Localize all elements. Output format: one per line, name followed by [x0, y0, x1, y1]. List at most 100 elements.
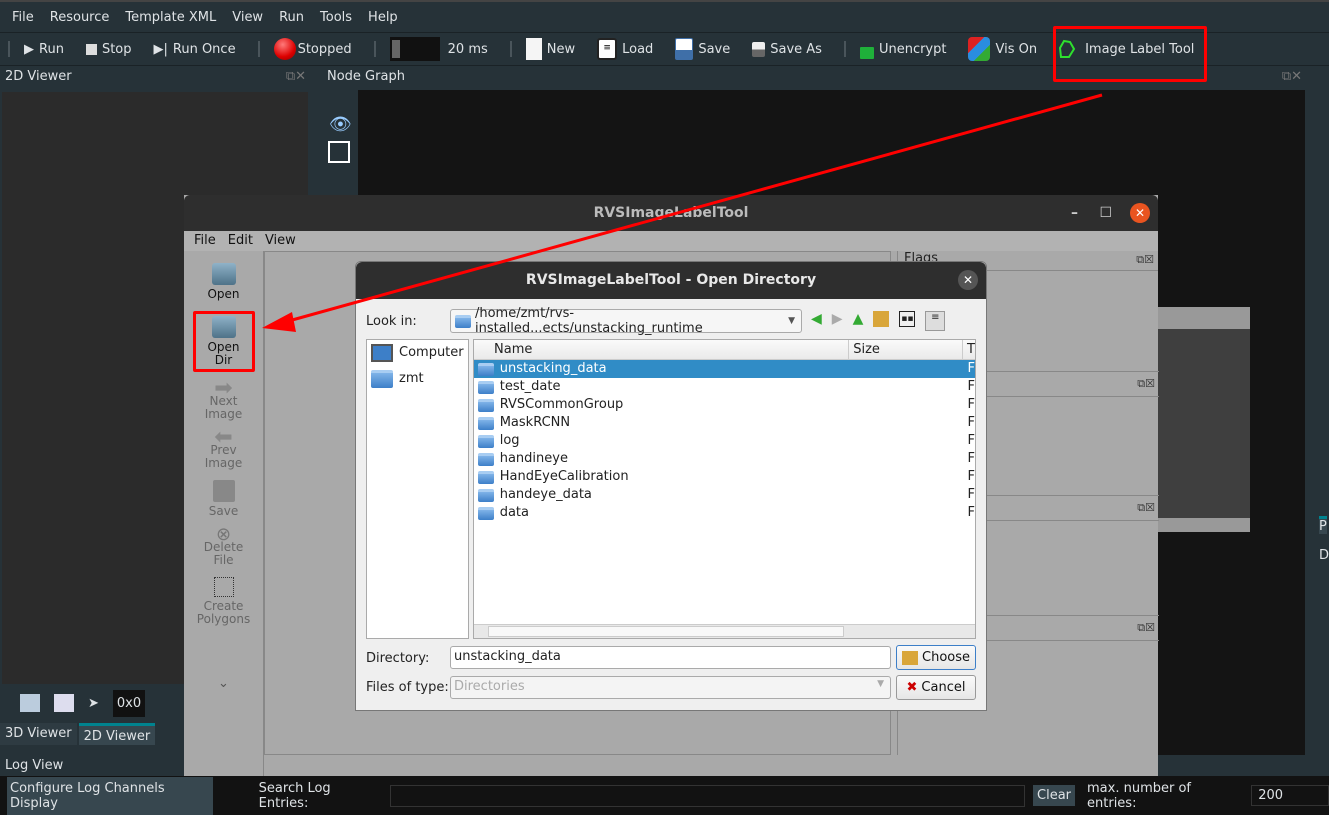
file-row[interactable]: data F [474, 504, 975, 522]
menu-run[interactable]: Run [271, 10, 312, 25]
clear-button[interactable]: Clear [1033, 785, 1076, 806]
floppy-icon [752, 41, 766, 57]
up-icon[interactable]: ▲ [853, 311, 864, 331]
column-name[interactable]: Name [474, 340, 848, 359]
menu-file[interactable]: File [4, 10, 42, 25]
max-entries-input[interactable]: 200 [1251, 785, 1329, 806]
save-button[interactable]: Save [209, 480, 238, 518]
float-close-icons[interactable]: ⧉☒ [1137, 377, 1155, 391]
float-close-icons[interactable]: ⧉✕ [286, 66, 306, 88]
place-zmt[interactable]: zmt [367, 366, 468, 392]
dialog-close-button[interactable]: ✕ [958, 270, 978, 290]
red-dot-icon [273, 38, 296, 60]
file-row[interactable]: handineye F [474, 450, 975, 468]
windows-icon[interactable] [20, 694, 40, 712]
polygon-icon [1059, 39, 1076, 58]
tab-2d-viewer[interactable]: 2D Viewer [78, 723, 156, 745]
dialog-titlebar: RVSImageLabelTool - Open Directory ✕ [356, 262, 986, 299]
create-polygons-button[interactable]: Create Polygons [194, 577, 254, 626]
run-button[interactable]: ▶ Run [24, 42, 64, 57]
more-chevron-icon[interactable]: ⌄ [218, 676, 229, 691]
menu-view[interactable]: View [265, 231, 296, 251]
label-tool-sidebar: Open Open Dir ➡ Next Image ⬅ Prev Image Sa… [184, 251, 264, 776]
new-file-icon [525, 38, 542, 60]
choose-button[interactable]: Choose [896, 645, 976, 670]
menu-help[interactable]: Help [360, 10, 406, 25]
file-row[interactable]: test_date F [474, 378, 975, 396]
coords-readout: 0x0 [112, 689, 146, 717]
folder-icon [455, 314, 471, 328]
new-button[interactable]: New [525, 38, 575, 60]
run-once-button[interactable]: ▶| Run Once [154, 42, 236, 57]
directory-input[interactable]: unstacking_data [450, 646, 891, 669]
configure-log-channels-button[interactable]: Configure Log Channels Display [7, 776, 213, 815]
float-close-icons[interactable]: ⧉☒ [1137, 501, 1155, 515]
file-row[interactable]: log F [474, 432, 975, 450]
viewer-toolbar: ➤ 0x0 [0, 688, 184, 718]
float-close-icons[interactable]: ⧉☒ [1136, 253, 1154, 267]
prev-image-button[interactable]: ⬅ Prev Image [199, 427, 249, 470]
forward-icon[interactable]: ▶ [832, 311, 843, 331]
shapes-icon [968, 37, 991, 61]
back-icon[interactable]: ◀ [811, 311, 822, 331]
scrollbar-thumb[interactable] [488, 626, 844, 637]
folder-icon [478, 416, 494, 430]
files-of-type-combo[interactable]: Directories ▼ [450, 676, 891, 699]
cascade-icon[interactable] [54, 694, 74, 712]
cancel-button[interactable]: ✖ Cancel [896, 675, 976, 700]
folder-icon [478, 506, 494, 520]
menu-view[interactable]: View [224, 10, 271, 25]
maximize-button[interactable]: ☐ [1099, 195, 1112, 231]
open-dir-button[interactable]: Open Dir [192, 311, 255, 372]
menu-file[interactable]: File [194, 231, 216, 251]
vis-toggle[interactable]: Vis On [968, 37, 1037, 61]
file-row[interactable]: HandEyeCalibration F [474, 468, 975, 486]
next-image-button[interactable]: ➡ Next Image [199, 378, 249, 421]
stop-button[interactable]: Stop [85, 42, 132, 57]
save-as-button[interactable]: Save As [752, 41, 822, 57]
horizontal-scrollbar[interactable] [474, 624, 975, 638]
file-row[interactable]: handeye_data F [474, 486, 975, 504]
list-view-icon[interactable]: ▪▪ [899, 311, 916, 327]
right-tab-p[interactable]: P [1319, 516, 1327, 534]
unencrypt-button[interactable]: Unencrypt [859, 39, 946, 59]
separator [257, 41, 260, 57]
interval-slider[interactable]: 20 ms [389, 37, 488, 61]
right-tab-d[interactable]: D [1319, 548, 1329, 563]
folder-icon [478, 434, 494, 448]
column-size[interactable]: Size [848, 340, 962, 359]
menu-tools[interactable]: Tools [312, 10, 360, 25]
search-log-input[interactable] [390, 784, 1026, 807]
fit-view-icon[interactable] [328, 141, 350, 163]
open-button[interactable]: Open [207, 263, 240, 301]
folder-icon [478, 380, 494, 394]
slider-handle[interactable] [391, 40, 400, 58]
folder-icon [371, 370, 393, 388]
detail-view-icon[interactable]: ≡ [925, 311, 946, 331]
close-button[interactable]: ✕ [1130, 203, 1150, 223]
file-row[interactable]: RVSCommonGroup F [474, 396, 975, 414]
minimize-button[interactable]: – [1071, 195, 1078, 231]
look-in-combo[interactable]: /home/zmt/rvs-installed...ects/unstackin… [450, 306, 802, 336]
pointer-icon[interactable]: ➤ [88, 696, 99, 711]
load-button[interactable]: ≡ Load [597, 38, 653, 60]
separator [373, 41, 376, 57]
float-close-icons[interactable]: ⧉✕ [1282, 66, 1302, 88]
tab-3d-viewer[interactable]: 3D Viewer [0, 723, 77, 745]
slider-track[interactable] [389, 37, 440, 61]
separator [843, 41, 846, 57]
save-button[interactable]: Save [675, 38, 730, 60]
eye-icon[interactable]: 👁 [329, 114, 358, 135]
column-type[interactable]: T [962, 340, 975, 359]
menu-edit[interactable]: Edit [228, 231, 253, 251]
window-titlebar: RVSImageLabelTool – ☐ ✕ [184, 195, 1158, 231]
file-row[interactable]: unstacking_data F [474, 360, 975, 378]
menu-template-xml[interactable]: Template XML [117, 10, 224, 25]
new-folder-icon[interactable] [873, 311, 890, 327]
place-computer[interactable]: Computer [367, 340, 468, 366]
menu-resource[interactable]: Resource [42, 10, 118, 25]
label-tool-menubar: File Edit View [184, 231, 1158, 251]
file-row[interactable]: MaskRCNN F [474, 414, 975, 432]
delete-file-button[interactable]: ⊗ Delete File [199, 526, 249, 567]
float-close-icons[interactable]: ⧉☒ [1137, 621, 1155, 635]
